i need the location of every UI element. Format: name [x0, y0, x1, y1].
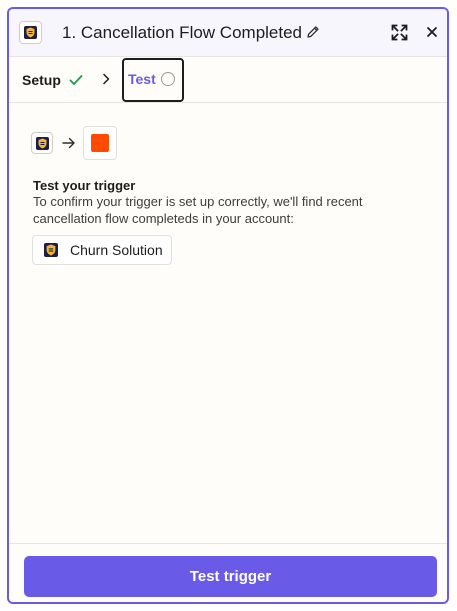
close-icon[interactable]	[426, 26, 438, 38]
tab-test[interactable]: Test	[122, 58, 184, 102]
shield-logo-icon	[36, 137, 49, 150]
account-chip-label: Churn Solution	[70, 242, 163, 258]
panel-header: 1. Cancellation Flow Completed	[9, 9, 447, 57]
arrow-right-icon	[62, 137, 75, 149]
panel-footer: Test trigger	[9, 543, 447, 602]
check-icon	[69, 75, 83, 85]
step-tabs: Setup Test	[9, 57, 447, 103]
test-trigger-heading: Test your trigger	[33, 178, 136, 193]
tab-test-label: Test	[128, 71, 156, 87]
expand-icon[interactable]	[391, 24, 408, 41]
chevron-right-icon	[103, 73, 110, 85]
circle-icon	[161, 72, 175, 86]
trigger-app-logo	[31, 132, 53, 154]
step-title: 1. Cancellation Flow Completed	[62, 23, 303, 42]
step-panel: 1. Cancellation Flow Completed Setup Tes…	[7, 7, 449, 604]
account-chip[interactable]: Churn Solution	[32, 235, 172, 265]
tab-setup[interactable]: Setup	[22, 70, 83, 90]
orange-square-app-icon	[91, 134, 109, 152]
test-trigger-description: To confirm your trigger is set up correc…	[33, 194, 363, 226]
test-trigger-button[interactable]: Test trigger	[24, 556, 437, 597]
shield-logo-icon	[44, 243, 58, 257]
tab-setup-label: Setup	[22, 72, 61, 88]
app-logo	[19, 21, 42, 44]
pencil-icon[interactable]	[306, 25, 320, 39]
shield-logo-icon	[24, 26, 37, 39]
action-app-logo	[83, 126, 117, 160]
